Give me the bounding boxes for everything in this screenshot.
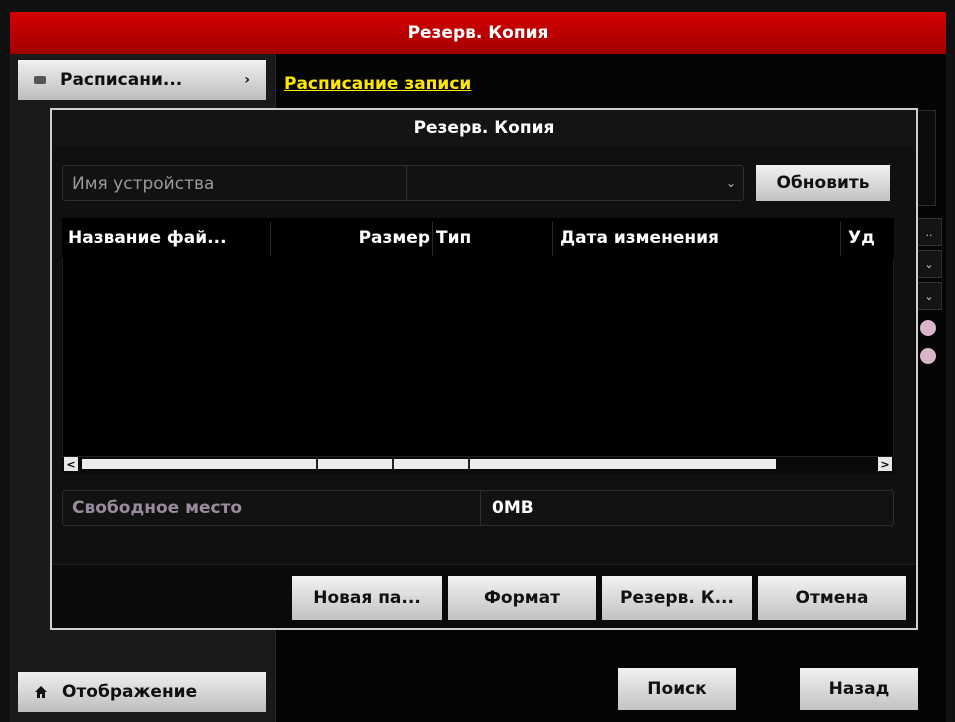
format-button[interactable]: Формат — [448, 576, 596, 620]
field-divider — [480, 490, 481, 526]
column-divider[interactable] — [432, 222, 433, 256]
window-title-bar: Резерв. Копия — [10, 12, 946, 54]
column-header-type[interactable]: Тип — [436, 218, 546, 258]
device-name-label: Имя устройства — [72, 174, 215, 194]
column-divider[interactable] — [270, 222, 271, 256]
scroll-left-arrow-icon[interactable]: < — [64, 457, 78, 471]
column-header-size[interactable]: Размер — [280, 218, 430, 258]
background-dropdown[interactable]: ⌄ — [916, 282, 942, 310]
column-header-filename[interactable]: Название фай... — [68, 218, 268, 258]
scroll-right-arrow-icon[interactable]: > — [878, 457, 892, 471]
back-button[interactable]: Назад — [800, 668, 918, 710]
new-folder-button[interactable]: Новая па... — [292, 576, 442, 620]
sidebar-item-label: Отображение — [62, 682, 198, 702]
column-divider[interactable] — [552, 222, 553, 256]
sidebar-item-schedule[interactable]: Расписани... › — [18, 60, 266, 100]
column-header-modified-date[interactable]: Дата изменения — [560, 218, 800, 258]
scrollbar-tick — [392, 459, 394, 469]
background-toggle-icon — [920, 348, 936, 364]
refresh-button[interactable]: Обновить — [756, 165, 890, 201]
column-header-delete[interactable]: Уд — [848, 218, 892, 258]
free-space-value: 0MB — [492, 498, 534, 518]
search-button[interactable]: Поиск — [618, 668, 736, 710]
column-divider[interactable] — [840, 222, 841, 256]
dialog-title-text: Резерв. Копия — [413, 118, 555, 138]
sidebar-item-label: Расписани... — [60, 70, 183, 90]
backup-button[interactable]: Резерв. К... — [602, 576, 752, 620]
device-name-select[interactable] — [406, 165, 744, 201]
home-icon — [35, 686, 47, 698]
background-toggle-icon — [920, 320, 936, 336]
sidebar-item-display[interactable]: Отображение — [18, 672, 266, 712]
window-title: Резерв. Копия — [407, 23, 549, 43]
scrollbar-tick — [468, 459, 470, 469]
cancel-button[interactable]: Отмена — [758, 576, 906, 620]
folder-icon — [34, 76, 46, 84]
chevron-right-icon: › — [244, 72, 250, 88]
scrollbar-thumb[interactable] — [82, 459, 776, 469]
chevron-down-icon[interactable]: ⌄ — [726, 176, 736, 190]
record-schedule-link[interactable]: Расписание записи — [284, 74, 471, 98]
dialog-title: Резерв. Копия — [52, 110, 916, 146]
background-dropdown[interactable]: ⌄ — [916, 250, 942, 278]
backup-dialog: Резерв. Копия Имя устройства ⌄ Обновить … — [50, 108, 918, 630]
scrollbar-tick — [316, 459, 318, 469]
background-field: .. — [916, 218, 942, 246]
free-space-label: Свободное место — [72, 498, 243, 518]
